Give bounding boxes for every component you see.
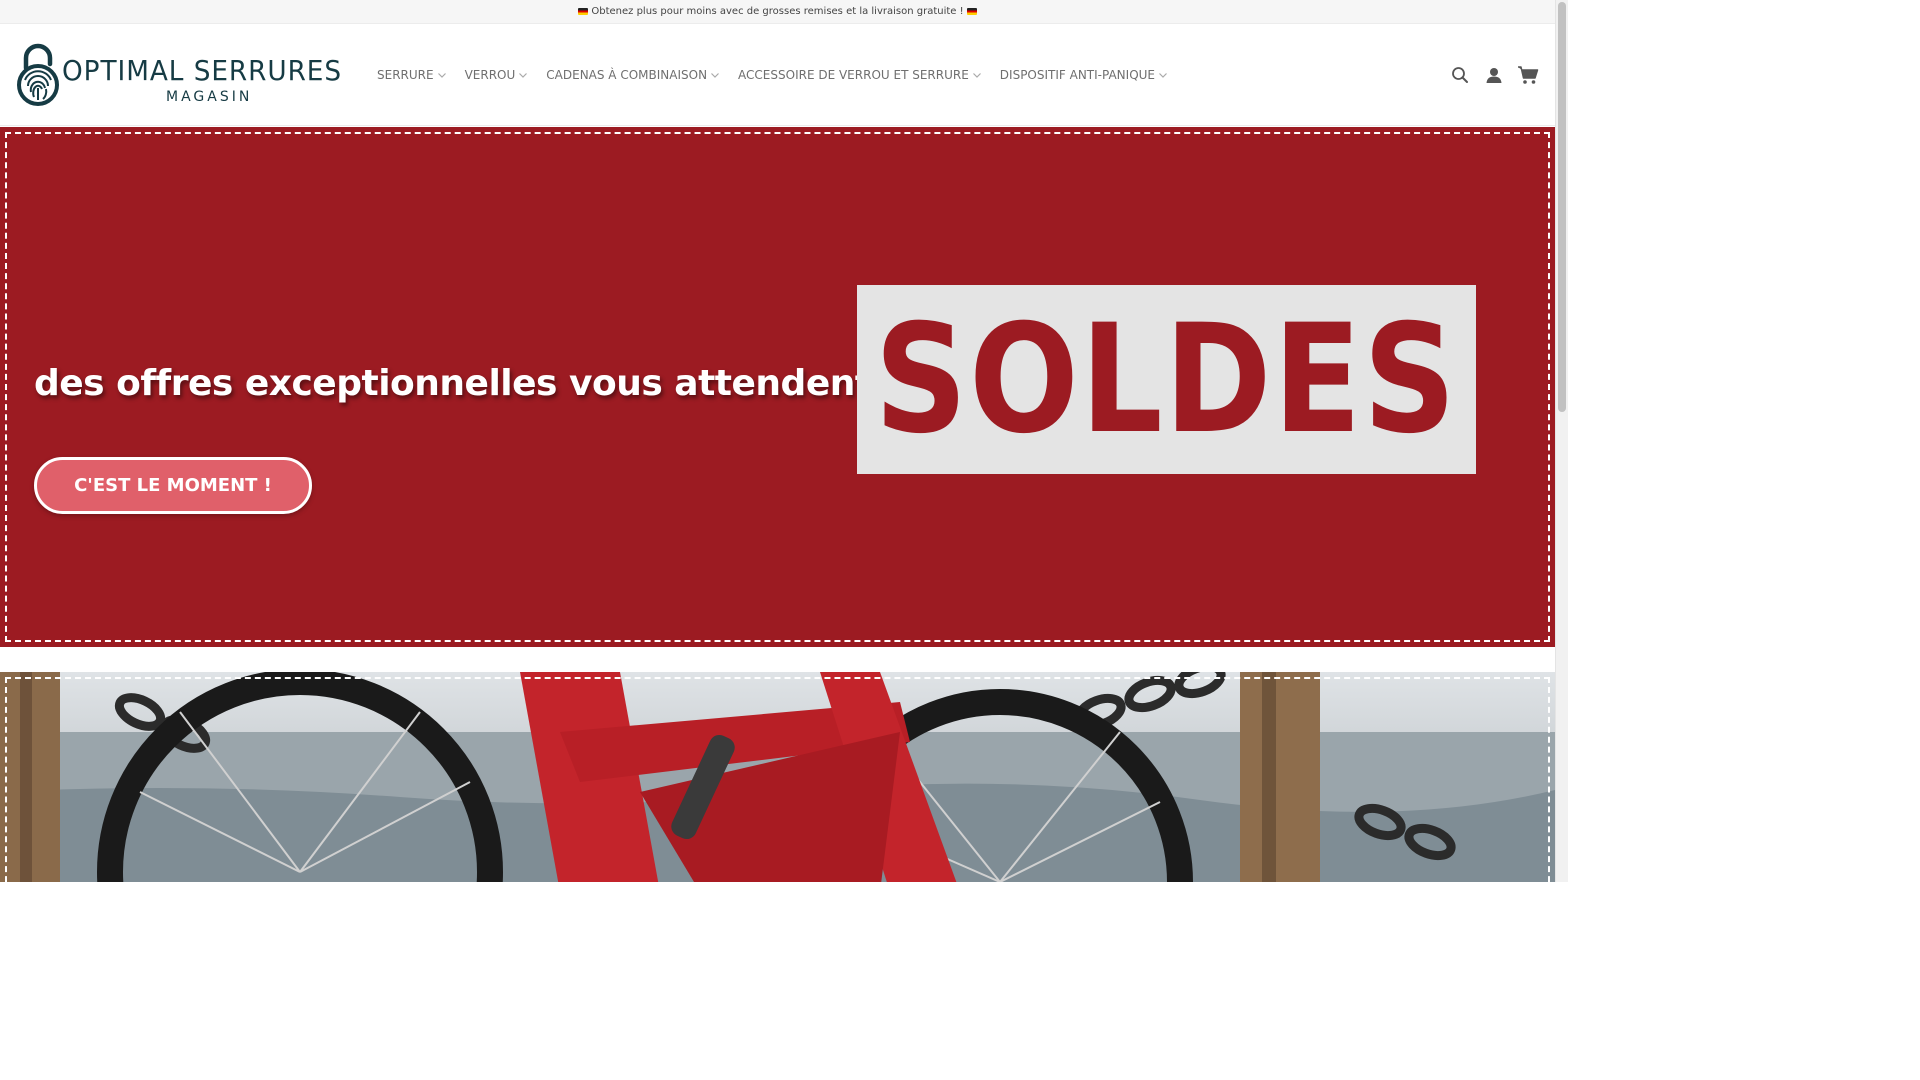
logo-name: OPTIMAL SERRURES bbox=[62, 54, 343, 87]
german-flag-icon bbox=[966, 8, 977, 15]
nav-item-label: ACCESSOIRE DE VERROU ET SERRURE bbox=[738, 68, 969, 82]
nav-item-label: CADENAS À COMBINAISON bbox=[546, 68, 708, 82]
chevron-down-icon bbox=[437, 70, 447, 80]
header-actions bbox=[1443, 24, 1545, 126]
german-flag-icon bbox=[578, 8, 589, 15]
nav-item-cadenas[interactable]: CADENAS À COMBINAISON bbox=[546, 68, 720, 82]
nav-item-anti-panique[interactable]: DISPOSITIF ANTI-PANIQUE bbox=[1000, 68, 1168, 82]
nav-item-serrure[interactable]: SERRURE bbox=[377, 68, 447, 82]
hero-headline: des offres exceptionnelles vous attenden… bbox=[34, 363, 872, 404]
cart-icon[interactable] bbox=[1511, 60, 1545, 90]
chevron-down-icon bbox=[518, 70, 528, 80]
page-scrollbar[interactable] bbox=[1555, 0, 1568, 882]
page: Obtenez plus pour moins avec de grosses … bbox=[0, 0, 1555, 882]
logo-subtitle: MAGASIN bbox=[166, 89, 253, 105]
cta-button[interactable]: C'EST LE MOMENT ! bbox=[34, 457, 312, 514]
soldes-badge: SOLDES bbox=[857, 285, 1476, 474]
nav-item-accessoire[interactable]: ACCESSOIRE DE VERROU ET SERRURE bbox=[738, 68, 982, 82]
soldes-text: SOLDES bbox=[874, 292, 1459, 467]
search-icon[interactable] bbox=[1443, 60, 1477, 90]
site-header: OPTIMAL SERRURES MAGASIN SERRURE VERROU … bbox=[0, 24, 1555, 126]
promo-message: Obtenez plus pour moins avec de grosses … bbox=[591, 6, 964, 17]
hero-banner[interactable]: des offres exceptionnelles vous attenden… bbox=[0, 127, 1555, 647]
nav-item-label: VERROU bbox=[464, 68, 516, 82]
scrollbar-thumb[interactable] bbox=[1558, 2, 1566, 412]
chevron-down-icon bbox=[1158, 70, 1168, 80]
account-icon[interactable] bbox=[1477, 60, 1511, 90]
main-nav: SERRURE VERROU CADENAS À COMBINAISON ACC… bbox=[377, 24, 1186, 126]
chevron-down-icon bbox=[710, 70, 720, 80]
site-logo[interactable]: OPTIMAL SERRURES MAGASIN bbox=[16, 42, 356, 110]
bike-lock-image bbox=[0, 672, 1555, 882]
padlock-fingerprint-icon bbox=[17, 43, 59, 106]
chevron-down-icon bbox=[972, 70, 982, 80]
nav-item-label: DISPOSITIF ANTI-PANIQUE bbox=[999, 68, 1156, 82]
nav-item-verrou[interactable]: VERROU bbox=[465, 68, 529, 82]
promo-bar: Obtenez plus pour moins avec de grosses … bbox=[0, 0, 1555, 24]
bike-lock-banner[interactable] bbox=[0, 672, 1555, 882]
nav-item-label: SERRURE bbox=[377, 68, 434, 82]
